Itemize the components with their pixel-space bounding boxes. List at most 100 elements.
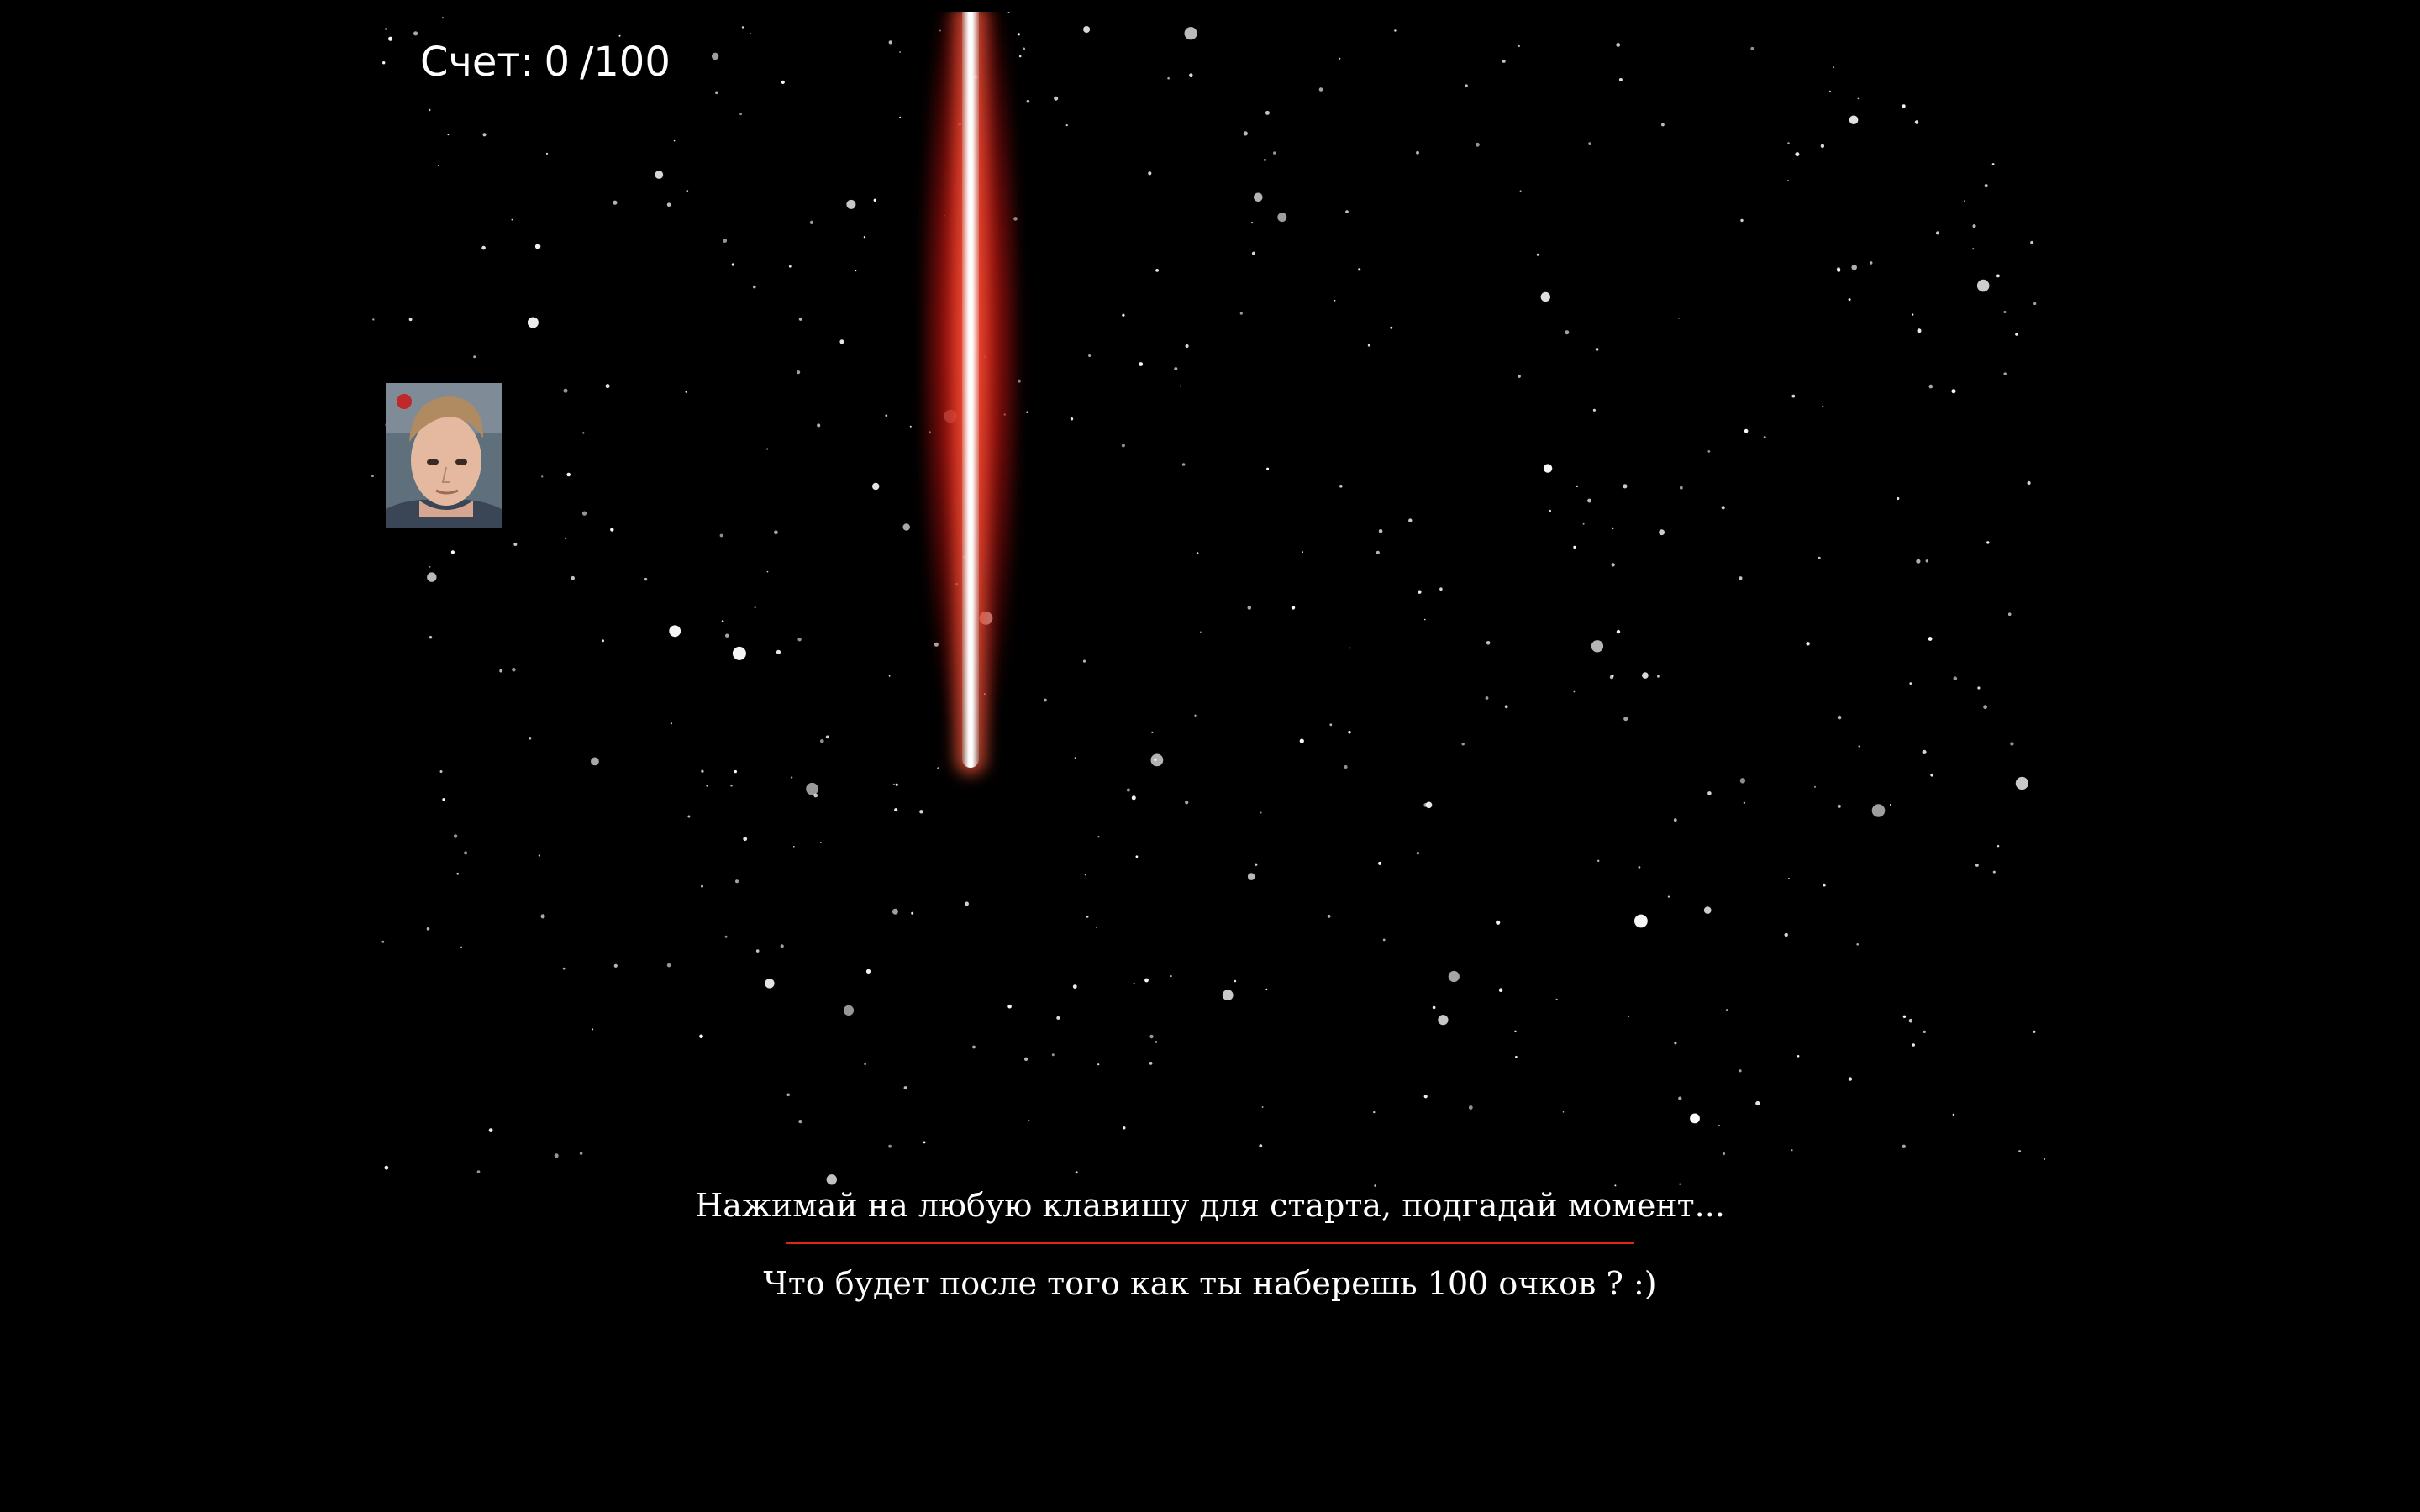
star <box>892 908 898 915</box>
star <box>1139 362 1144 366</box>
star <box>750 33 751 35</box>
star <box>1540 291 1551 302</box>
star <box>1611 563 1615 567</box>
star <box>1345 210 1349 213</box>
star <box>582 432 585 434</box>
star <box>1485 696 1489 700</box>
star <box>826 1174 837 1185</box>
star <box>1902 1015 1907 1019</box>
star <box>513 543 518 546</box>
star <box>527 317 539 328</box>
star <box>1185 801 1189 805</box>
star <box>739 113 742 116</box>
star <box>855 270 857 272</box>
star <box>1273 151 1276 155</box>
star <box>719 533 723 538</box>
star <box>731 263 734 266</box>
star <box>1848 1077 1853 1081</box>
star <box>701 885 703 888</box>
star <box>1247 606 1252 610</box>
star <box>1833 66 1835 69</box>
star <box>1334 299 1336 302</box>
star <box>919 810 923 814</box>
star <box>442 798 445 801</box>
star <box>1026 99 1030 103</box>
game-page[interactable]: Счет: 0/100 Нажимай на любую клавишу для… <box>0 0 2420 1512</box>
star <box>1661 123 1665 127</box>
star <box>2030 240 2034 244</box>
star <box>1739 778 1746 784</box>
star <box>1432 1005 1436 1010</box>
star <box>1721 506 1725 510</box>
star <box>2033 302 2037 306</box>
star <box>1707 450 1711 453</box>
star <box>1022 47 1026 50</box>
question-text: Что будет после того как ты наберешь 100… <box>763 1265 1657 1302</box>
game-canvas[interactable]: Счет: 0/100 <box>370 12 2050 1188</box>
star <box>1678 318 1680 319</box>
star <box>2015 333 2018 336</box>
star <box>426 927 430 931</box>
star <box>1976 279 1990 292</box>
star <box>540 914 545 919</box>
star <box>1678 1096 1682 1100</box>
star <box>781 80 785 84</box>
star <box>1184 27 1197 40</box>
star <box>512 667 516 672</box>
star <box>666 963 671 968</box>
star <box>894 808 898 812</box>
star <box>1897 496 1900 501</box>
star <box>1543 464 1553 473</box>
star <box>2033 1030 2036 1033</box>
star <box>1690 1113 1700 1124</box>
star <box>1251 251 1256 255</box>
star <box>1975 864 1979 867</box>
star <box>1088 354 1092 357</box>
star <box>1611 675 1614 677</box>
star <box>1890 804 1891 806</box>
star <box>1028 1120 1030 1121</box>
star <box>1837 715 1842 720</box>
star <box>798 317 802 321</box>
star <box>723 239 728 243</box>
star <box>1423 1095 1428 1099</box>
star <box>541 475 544 478</box>
star <box>579 1152 583 1155</box>
star <box>1150 753 1164 767</box>
star <box>1424 618 1426 621</box>
star <box>1984 184 1988 188</box>
star <box>1928 637 1933 641</box>
star <box>1992 870 1996 874</box>
star <box>820 739 824 743</box>
star <box>892 783 895 786</box>
star <box>1582 522 1585 525</box>
star <box>1302 551 1303 554</box>
star <box>1150 1034 1154 1039</box>
star <box>1912 1043 1915 1047</box>
star <box>1239 312 1243 315</box>
star <box>1265 110 1270 115</box>
score-target: /100 <box>580 39 671 86</box>
star <box>1964 200 1965 202</box>
star <box>902 523 910 531</box>
star <box>1784 932 1788 937</box>
star <box>873 198 876 202</box>
star <box>1255 863 1258 866</box>
star <box>1991 163 1995 165</box>
star <box>1616 43 1621 47</box>
star <box>819 842 822 843</box>
star <box>1135 855 1139 858</box>
star <box>1813 785 1817 788</box>
star <box>1056 1016 1060 1020</box>
star <box>1591 640 1604 653</box>
star <box>1390 326 1393 329</box>
star <box>741 26 744 29</box>
star <box>1930 773 1933 777</box>
star <box>499 669 503 673</box>
star <box>1082 659 1086 663</box>
star <box>776 649 781 654</box>
star <box>1871 804 1886 817</box>
star <box>765 979 775 989</box>
star <box>644 577 648 581</box>
star <box>1718 1124 1720 1126</box>
